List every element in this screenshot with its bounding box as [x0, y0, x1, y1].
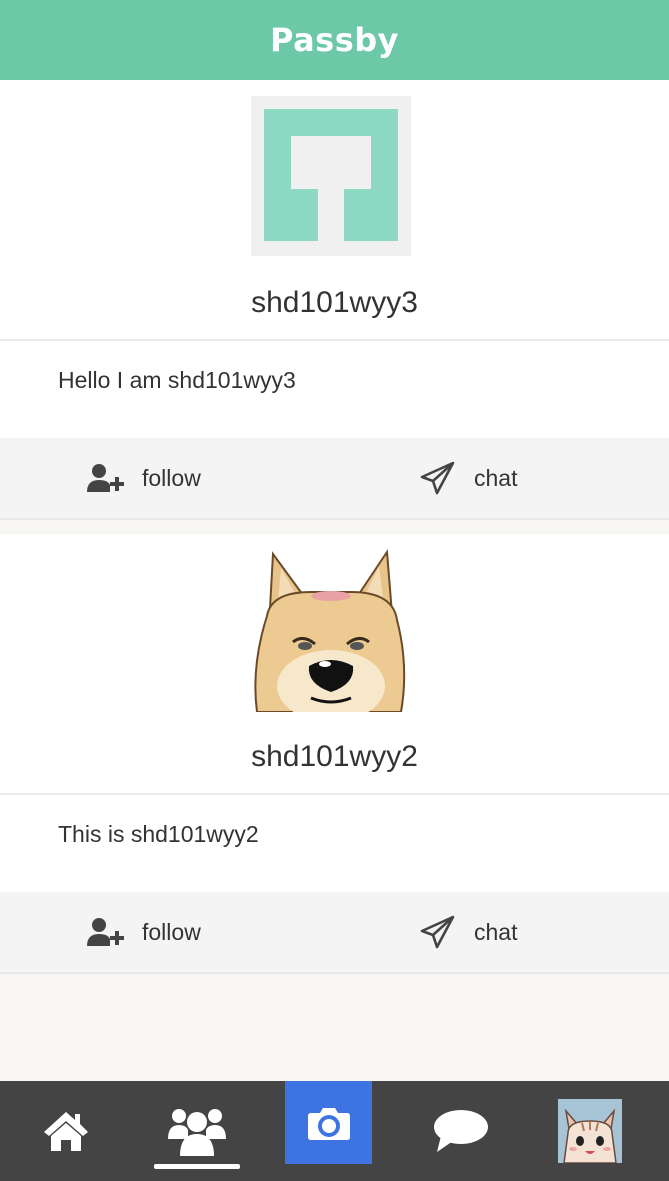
- add-user-icon: [87, 464, 124, 492]
- user-avatar[interactable]: [251, 96, 411, 256]
- user-bio: This is shd101wyy2: [58, 821, 259, 847]
- user-name: shd101wyy3: [251, 286, 418, 319]
- paper-plane-icon: [420, 461, 455, 495]
- default-avatar-icon: [251, 96, 411, 256]
- dog-avatar: [254, 549, 406, 712]
- tab-messages[interactable]: [416, 1081, 506, 1181]
- user-avatar[interactable]: [251, 546, 411, 712]
- active-tab-indicator: [154, 1164, 240, 1169]
- user-bio: Hello I am shd101wyy3: [58, 367, 296, 393]
- chat-label: chat: [474, 918, 518, 945]
- paper-plane-icon: [420, 915, 455, 949]
- follow-label: follow: [142, 464, 201, 491]
- app-header: Passby: [0, 0, 669, 80]
- chat-bubble-icon: [434, 1110, 488, 1152]
- user-card: shd101wyy2 This is shd101wyy2 follow cha…: [0, 534, 669, 974]
- profile-avatar: [558, 1099, 622, 1163]
- bottom-tab-bar: [0, 1081, 669, 1181]
- chat-button[interactable]: chat: [420, 892, 517, 972]
- app-title: Passby: [269, 21, 400, 59]
- tab-camera[interactable]: [285, 1081, 372, 1164]
- follow-label: follow: [142, 918, 201, 945]
- divider: [0, 793, 669, 795]
- divider: [0, 339, 669, 341]
- follow-button[interactable]: follow: [86, 892, 201, 972]
- friends-icon: [168, 1109, 226, 1156]
- user-name: shd101wyy2: [251, 740, 418, 773]
- user-actions: follow chat: [0, 438, 669, 520]
- home-icon: [44, 1112, 88, 1151]
- chat-button[interactable]: chat: [420, 438, 517, 518]
- user-card: shd101wyy3 Hello I am shd101wyy3 follow …: [0, 80, 669, 520]
- camera-icon: [307, 1107, 350, 1140]
- tab-profile[interactable]: [555, 1081, 625, 1181]
- user-actions: follow chat: [0, 892, 669, 974]
- follow-button[interactable]: follow: [86, 438, 201, 518]
- tab-home[interactable]: [24, 1081, 108, 1181]
- chat-label: chat: [474, 464, 518, 491]
- add-user-icon: [87, 918, 124, 946]
